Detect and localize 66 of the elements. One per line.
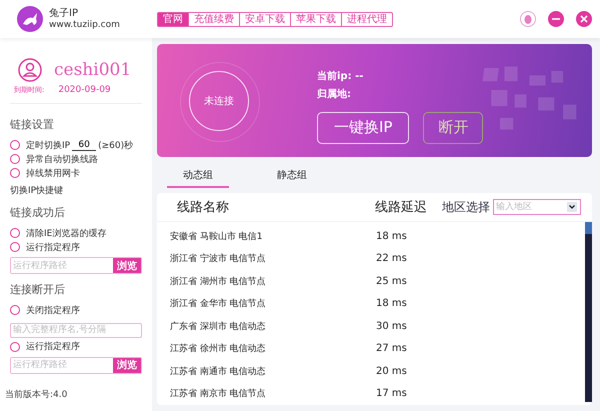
latency-value: 18 ms — [376, 298, 407, 310]
option-label: 定时切换IP — [26, 140, 70, 152]
seconds-hint: (≥60)秒 — [98, 140, 134, 152]
option-label: 运行指定程序 — [26, 242, 80, 254]
browse-button[interactable]: 浏览 — [113, 258, 141, 273]
option-label: 关闭指定程序 — [26, 304, 80, 316]
current-ip-label: 当前ip: -- — [317, 70, 364, 84]
column-header: 线路延迟 — [375, 199, 428, 216]
radio-button[interactable] — [10, 154, 20, 164]
option-label: 运行指定程序 — [26, 340, 80, 353]
latency-value: 20 ms — [376, 366, 407, 377]
route-name: 江苏省 南通市 电信动态 — [169, 366, 267, 378]
latency-value: 22 ms — [376, 253, 407, 264]
program-name-field[interactable]: 输入完整程序名,号分隔 — [10, 322, 142, 338]
nav-tab[interactable]: 官网 — [158, 12, 188, 26]
nav-tab[interactable]: 进程代理 — [341, 12, 392, 26]
radio-button[interactable] — [10, 140, 20, 150]
route-name: 广东省 深圳市 电信动态 — [169, 320, 267, 333]
route-name: 浙江省 湖州市 电信节点 — [169, 276, 267, 288]
nav-tab[interactable]: 充值续费 — [188, 12, 239, 26]
radio-button[interactable] — [10, 228, 20, 238]
option-label: 异常自动切换线路 — [26, 154, 98, 166]
radio-button[interactable] — [10, 168, 20, 178]
caret-icon — [567, 202, 577, 212]
browse-button[interactable]: 浏览 — [113, 358, 141, 372]
nav-tab[interactable]: 苹果下载 — [290, 12, 341, 26]
app-url: www.tuziip.com — [49, 20, 120, 30]
nav-tab[interactable]: 安卓下载 — [239, 12, 290, 26]
option-label: 清除IE浏览器的缓存 — [26, 228, 106, 240]
close-icon[interactable] — [576, 11, 592, 27]
status-indicator: 未连接 — [189, 70, 249, 130]
latency-value: 30 ms — [376, 320, 407, 332]
app-name: 兔子IP — [49, 8, 79, 20]
scrollbar[interactable] — [585, 222, 592, 402]
route-name: 江苏省 徐州市 电信动态 — [169, 342, 267, 356]
latency-value: 18 ms — [376, 230, 407, 242]
expiry-date: 2020-09-09 — [58, 85, 111, 95]
path-field[interactable]: 运行程序路径 浏览 — [10, 257, 142, 274]
radio-button[interactable] — [10, 242, 20, 252]
section-title: 链接成功后 — [10, 205, 66, 220]
group-tab[interactable]: 静态组 — [261, 162, 323, 188]
route-name: 江苏省 南京市 电信节点 — [169, 388, 267, 400]
scroll-thumb[interactable] — [585, 222, 592, 234]
route-name: 浙江省 宁波市 电信节点 — [169, 252, 267, 266]
section-title: 连接断开后 — [10, 282, 66, 297]
location-label: 归属地: — [317, 88, 352, 102]
route-name: 浙江省 金华市 电信节点 — [169, 298, 267, 310]
hotkey-label: 切换IP快捷键 — [10, 184, 64, 197]
latency-value: 17 ms — [376, 388, 407, 400]
path-field[interactable]: 运行程序路径 浏览 — [10, 356, 142, 374]
radio-button[interactable] — [10, 305, 20, 315]
latency-value: 25 ms — [376, 276, 407, 287]
radio-button[interactable] — [10, 342, 20, 352]
column-header: 线路名称 — [177, 199, 230, 216]
minimize-icon[interactable] — [548, 11, 564, 27]
user-icon — [18, 58, 42, 82]
latency-value: 27 ms — [376, 343, 407, 354]
section-title: 链接设置 — [10, 117, 55, 132]
user-name: ceshi001 — [54, 60, 132, 80]
option-label: 掉线禁用网卡 — [26, 168, 80, 180]
route-name: 安徽省 马鞍山市 电信1 — [169, 230, 264, 243]
seconds-field[interactable]: 60 — [72, 140, 96, 150]
version-label: 当前版本号:4.0 — [5, 388, 68, 401]
switch-ip-button[interactable]: 一键换IP — [317, 112, 410, 144]
region-label: 地区选择 — [442, 198, 490, 216]
group-tab[interactable]: 动态组 — [167, 162, 229, 188]
